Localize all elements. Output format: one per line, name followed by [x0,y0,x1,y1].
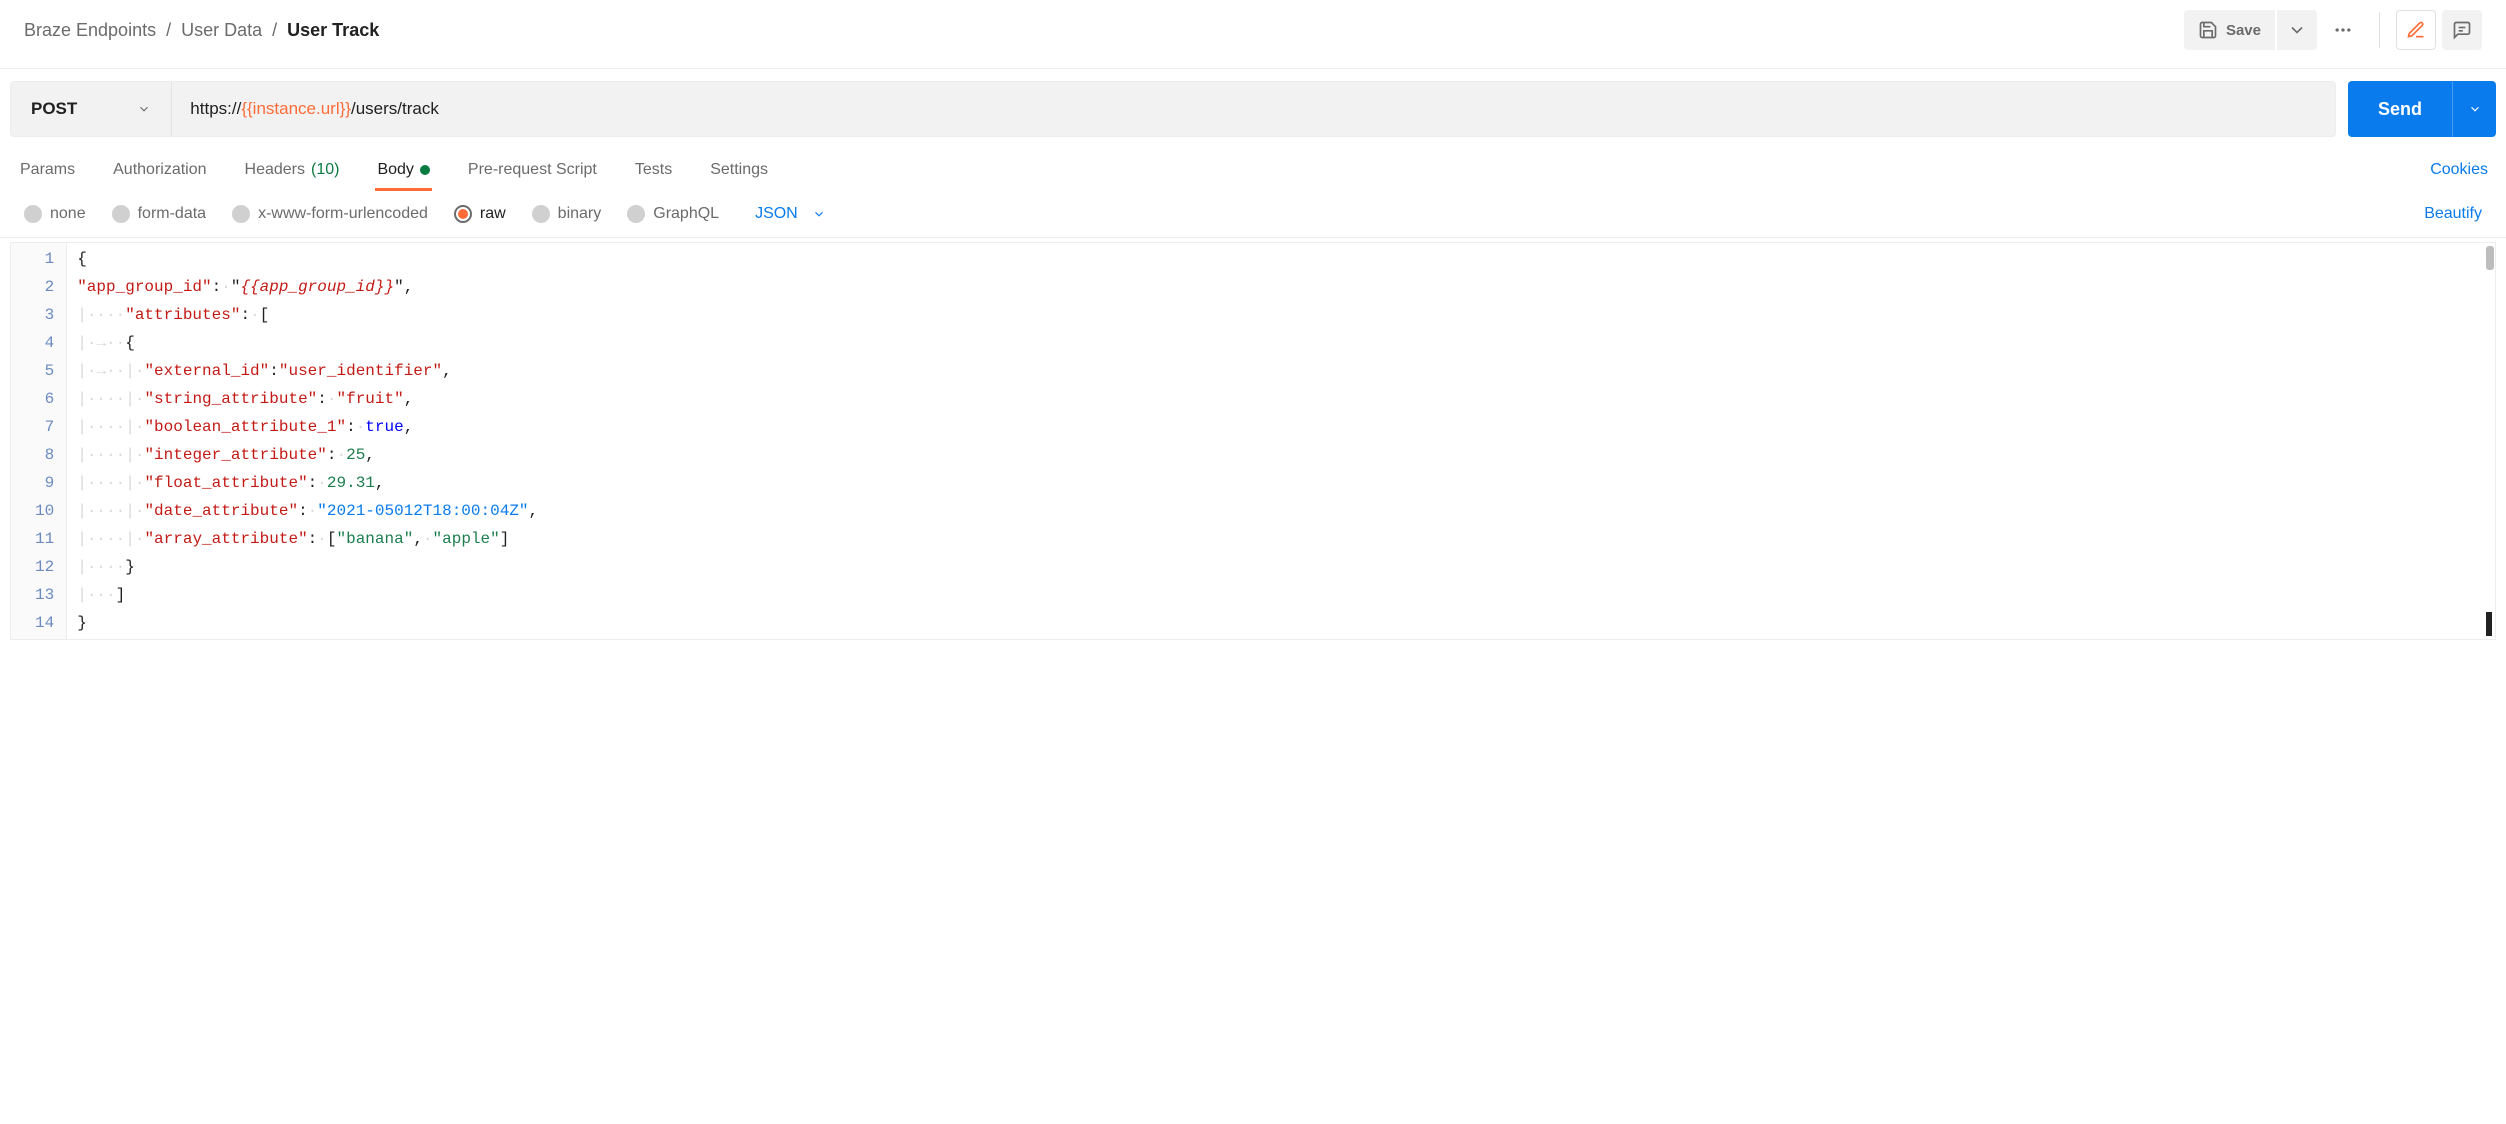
chevron-down-icon [137,102,151,116]
radio-graphql-label: GraphQL [653,205,719,223]
save-icon [2198,20,2218,40]
body-type-row: none form-data x-www-form-urlencoded raw… [0,191,2506,238]
breadcrumb-root[interactable]: Braze Endpoints [24,20,156,41]
method-select[interactable]: POST [11,82,172,136]
send-button[interactable]: Send [2348,81,2452,137]
save-button[interactable]: Save [2184,10,2275,50]
line-number: 4 [35,329,54,357]
tab-settings[interactable]: Settings [708,149,770,191]
comment-icon [2452,20,2472,40]
unsaved-dot-icon [420,165,430,175]
tab-headers-label: Headers [245,161,305,179]
line-number: 9 [35,469,54,497]
line-number: 7 [35,413,54,441]
breadcrumb-sep: / [272,20,277,41]
ellipsis-icon [2333,20,2353,40]
tab-tests[interactable]: Tests [633,149,674,191]
url-input[interactable]: https://{{instance.url}}/users/track [172,99,457,119]
url-variable: {{instance.url}} [241,99,351,119]
breadcrumb-sep: / [166,20,171,41]
line-number: 14 [35,609,54,637]
text-cursor [2486,612,2492,636]
url-box: POST https://{{instance.url}}/users/trac… [10,81,2336,137]
line-number: 3 [35,301,54,329]
radio-urlencoded-label: x-www-form-urlencoded [258,205,428,223]
send-options-button[interactable] [2452,81,2496,137]
body-type-radios: none form-data x-www-form-urlencoded raw… [24,205,826,223]
radio-urlencoded[interactable]: x-www-form-urlencoded [232,205,428,223]
line-number: 2 [35,273,54,301]
save-options-button[interactable] [2277,10,2317,50]
url-suffix: /users/track [351,99,439,119]
top-bar: Braze Endpoints / User Data / User Track… [0,0,2506,69]
line-number: 1 [35,245,54,273]
body-language-select[interactable]: JSON [755,205,826,223]
radio-binary[interactable]: binary [532,205,602,223]
editor-wrap: 1 2 3 4 5 6 7 8 9 10 11 12 13 14 { "app_… [0,238,2506,650]
line-number: 10 [35,497,54,525]
chevron-down-icon [2468,102,2482,116]
edit-button[interactable] [2396,10,2436,50]
line-number: 8 [35,441,54,469]
save-label: Save [2226,22,2261,39]
comments-button[interactable] [2442,10,2482,50]
radio-raw-label: raw [480,205,506,223]
radio-icon [24,205,42,223]
request-url-row: POST https://{{instance.url}}/users/trac… [0,69,2506,149]
url-prefix: https:// [190,99,241,119]
radio-raw[interactable]: raw [454,205,506,223]
tab-authorization[interactable]: Authorization [111,149,208,191]
tab-body-label: Body [377,161,413,179]
headers-count: (10) [311,161,339,179]
radio-icon [532,205,550,223]
save-button-group: Save [2184,10,2317,50]
chevron-down-icon [2287,20,2307,40]
line-number: 11 [35,525,54,553]
cookies-link[interactable]: Cookies [2430,161,2488,179]
tab-body[interactable]: Body [375,149,431,191]
radio-none-label: none [50,205,86,223]
tab-prerequest[interactable]: Pre-request Script [466,149,599,191]
chevron-down-icon [812,207,826,221]
tab-params[interactable]: Params [18,149,77,191]
breadcrumb-group[interactable]: User Data [181,20,262,41]
top-actions: Save [2184,10,2482,50]
radio-icon [454,205,472,223]
send-button-group: Send [2348,81,2496,137]
breadcrumb: Braze Endpoints / User Data / User Track [24,20,379,41]
language-label: JSON [755,205,798,223]
radio-form-data[interactable]: form-data [112,205,206,223]
line-gutter: 1 2 3 4 5 6 7 8 9 10 11 12 13 14 [11,243,67,639]
request-tabs: Params Authorization Headers (10) Body P… [18,149,770,191]
more-options-button[interactable] [2323,10,2363,50]
radio-icon [112,205,130,223]
radio-binary-label: binary [558,205,602,223]
line-number: 5 [35,357,54,385]
code-content[interactable]: { "app_group_id":·"{{app_group_id}}", |·… [67,243,2495,639]
radio-icon [232,205,250,223]
radio-none[interactable]: none [24,205,86,223]
line-number: 12 [35,553,54,581]
tab-headers[interactable]: Headers (10) [243,149,342,191]
line-number: 6 [35,385,54,413]
beautify-link[interactable]: Beautify [2424,205,2482,223]
pencil-icon [2406,20,2426,40]
scrollbar-thumb[interactable] [2486,246,2494,270]
method-label: POST [31,99,77,119]
request-tabs-row: Params Authorization Headers (10) Body P… [0,149,2506,191]
line-number: 13 [35,581,54,609]
breadcrumb-current: User Track [287,20,379,41]
divider [2379,12,2380,48]
code-editor[interactable]: 1 2 3 4 5 6 7 8 9 10 11 12 13 14 { "app_… [10,242,2496,640]
radio-icon [627,205,645,223]
radio-formdata-label: form-data [138,205,206,223]
radio-graphql[interactable]: GraphQL [627,205,719,223]
